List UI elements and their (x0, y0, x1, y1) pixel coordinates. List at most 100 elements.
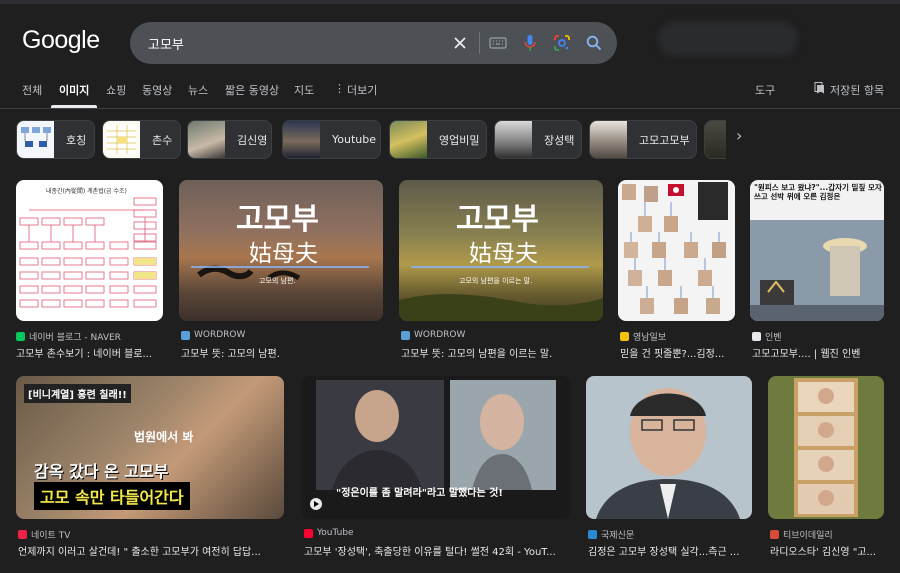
result-thumbnail[interactable]: 고모부 姑母夫 고모의 남편을 이르는 말. (399, 180, 603, 321)
nate-favicon (18, 530, 27, 539)
result-title[interactable]: 라디오스타' 김신영 "고... (770, 543, 884, 558)
blurred-account-area (658, 22, 798, 56)
clear-icon[interactable] (448, 31, 472, 55)
search-divider (479, 32, 480, 54)
tab-short-videos[interactable]: 짧은 동영상 (225, 82, 279, 98)
chip-label: 고모고모부 (639, 133, 690, 147)
tab-maps[interactable]: 지도 (294, 82, 314, 98)
result-source: 국제신문 (588, 528, 634, 541)
result-source: 영남일보 (620, 330, 666, 343)
tab-videos[interactable]: 동영상 (142, 82, 172, 98)
result-title[interactable]: 고모부 뜻: 고모의 남편. (181, 345, 381, 360)
result-source: 인벤 (752, 330, 782, 343)
chip-label: 호칭 (66, 133, 87, 147)
chip-overflow[interactable] (704, 120, 726, 159)
google-lens-icon[interactable] (550, 31, 574, 55)
microphone-icon[interactable] (518, 31, 542, 55)
result-source: 네이트 TV (18, 528, 70, 541)
result-title[interactable]: 김정은 고모부 장성택 실각...측근 ... (588, 543, 752, 558)
result-thumbnail[interactable]: 고모부 姑母夫 고모의 남편. (179, 180, 383, 321)
chip-thumbnail (495, 121, 532, 158)
result-source: WORDROW (401, 330, 465, 340)
chip-youtube[interactable]: Youtube (282, 120, 381, 159)
chip-thumbnail (103, 121, 140, 158)
image-result-card[interactable]: 영남일보 믿을 건 핏줄뿐?...김정... (618, 180, 735, 360)
search-bar[interactable]: 고모부 (130, 22, 617, 64)
result-title[interactable]: 고모부 '장성택', 축출당한 이유를 털다! 썰전 42회 - YouT... (304, 543, 570, 558)
image-result-card[interactable]: [비니계열] 흥련 칠래!! 법원에서 봐 감옥 갔다 온 고모부 고모 속만 … (16, 376, 284, 558)
google-logo[interactable]: Google (22, 26, 100, 55)
more-kebab-icon[interactable]: ⋮ (334, 82, 345, 95)
tab-images[interactable]: 이미지 (59, 82, 89, 98)
result-title[interactable]: 믿을 건 핏줄뿐?...김정... (620, 345, 735, 360)
result-title[interactable]: 고모고모부.... | 웹진 인벤 (752, 345, 884, 360)
result-source: WORDROW (181, 330, 245, 340)
chip-thumbnail (590, 121, 627, 158)
result-title[interactable]: 고모부 뜻: 고모의 남편을 이르는 말. (401, 345, 601, 360)
image-result-card[interactable]: 내종간(內從間) 계촌법(금 수조) 네이버 블로그 - NAVER 고모부 촌… (16, 180, 163, 360)
result-thumbnail[interactable] (768, 376, 884, 519)
result-source: 티브이데일리 (770, 528, 833, 541)
result-source: YouTube (304, 528, 354, 538)
meaning-caption: 고모의 남편. (259, 277, 296, 285)
result-thumbnail[interactable]: "원피스 보고 왔냐?"...갑자기 밀짚 모자 쓰고 선박 위에 오른 김정은 (750, 180, 884, 321)
bookmark-icon[interactable] (814, 82, 825, 97)
result-source: 네이버 블로그 - NAVER (16, 330, 121, 343)
hanja-text: 姑母夫 (469, 241, 538, 267)
image-result-card[interactable]: "원피스 보고 왔냐?"...갑자기 밀짚 모자 쓰고 선박 위에 오른 김정은… (750, 180, 884, 360)
result-title[interactable]: 고모부 촌수보기 : 네이버 블로... (16, 345, 163, 360)
inven-favicon (752, 332, 761, 341)
result-title[interactable]: 언제까지 이러고 살건데! " 출소한 고모부가 여전히 답답... (18, 543, 284, 558)
result-thumbnail[interactable]: [비니계열] 흥련 칠래!! 법원에서 봐 감옥 갔다 온 고모부 고모 속만 … (16, 376, 284, 519)
chip-kim-shinyoung[interactable]: 김신영 (187, 120, 272, 159)
chip-label: 김신영 (237, 133, 268, 147)
thumbnail-caption-highlight: 고모 속만 타들어간다 (34, 482, 190, 510)
image-result-card[interactable]: "정은이를 좀 말려라"라고 말했다는 것! YouTube 고모부 '장성택'… (302, 376, 570, 558)
related-search-chips: 호칭 촌수 김신영 Youtube 영업비밀 장성택 고모고모부 (16, 120, 900, 160)
chip-thumbnail (188, 121, 225, 158)
image-result-card[interactable]: 티브이데일리 라디오스타' 김신영 "고... (768, 376, 884, 558)
result-thumbnail[interactable] (586, 376, 752, 519)
result-thumbnail[interactable]: "정은이를 좀 말려라"라고 말했다는 것! (302, 376, 570, 519)
keyboard-icon[interactable] (486, 31, 510, 55)
chip-thumbnail (390, 121, 427, 158)
hanja-text: 姑母夫 (249, 241, 318, 267)
kookje-favicon (588, 530, 597, 539)
chip-label: 장성택 (544, 133, 575, 147)
image-result-card[interactable]: 고모부 姑母夫 고모의 남편. WORDROW 고모부 뜻: 고모의 남편. (179, 180, 383, 360)
thumbnail-tag: [비니계열] 흥련 칠래!! (24, 384, 131, 403)
chip-hoching[interactable]: 호칭 (16, 120, 95, 159)
chip-jang-song-thaek[interactable]: 장성택 (494, 120, 582, 159)
chip-trade-secret[interactable]: 영업비밀 (389, 120, 487, 159)
youtube-favicon (304, 528, 313, 538)
result-thumbnail[interactable] (618, 180, 735, 321)
tools-button[interactable]: 도구 (755, 82, 775, 98)
search-input[interactable]: 고모부 (148, 34, 184, 53)
thumbnail-subtitle: "정은이를 좀 말려라"라고 말했다는 것! (336, 488, 503, 499)
saved-items-button[interactable]: 저장된 항목 (830, 82, 884, 98)
chip-gomo-gomobu[interactable]: 고모고모부 (589, 120, 697, 159)
tab-news[interactable]: 뉴스 (188, 82, 208, 98)
chip-label: Youtube (332, 133, 376, 146)
search-tabs: 전체 이미지 쇼핑 동영상 뉴스 짧은 동영상 지도 ⋮ 더보기 도구 저장된 … (0, 78, 900, 108)
thumbnail-subtitle: 법원에서 봐 (134, 430, 194, 444)
naver-favicon (16, 332, 25, 341)
image-result-card[interactable]: 국제신문 김정은 고모부 장성택 실각...측근 ... (586, 376, 752, 558)
yeongnam-favicon (620, 332, 629, 341)
chevron-right-icon[interactable]: › (736, 126, 756, 146)
result-thumbnail[interactable]: 내종간(內從間) 계촌법(금 수조) (16, 180, 163, 321)
chip-thumbnail (705, 121, 726, 158)
chip-label: 영업비밀 (439, 133, 480, 147)
chip-thumbnail (17, 121, 54, 158)
thumbnail-caption-line: 감옥 갔다 온 고모부 (34, 462, 169, 481)
chip-chonsu[interactable]: 촌수 (102, 120, 181, 159)
search-icon[interactable] (582, 31, 606, 55)
headword-text: 고모부 (236, 202, 319, 237)
chip-label: 촌수 (152, 133, 173, 147)
tab-shopping[interactable]: 쇼핑 (106, 82, 126, 98)
chip-thumbnail (283, 121, 320, 158)
image-result-card[interactable]: 고모부 姑母夫 고모의 남편을 이르는 말. WORDROW 고모부 뜻: 고모… (399, 180, 603, 360)
tab-all[interactable]: 전체 (22, 82, 42, 98)
meaning-caption: 고모의 남편을 이르는 말. (459, 277, 533, 285)
tab-more[interactable]: 더보기 (347, 82, 377, 98)
